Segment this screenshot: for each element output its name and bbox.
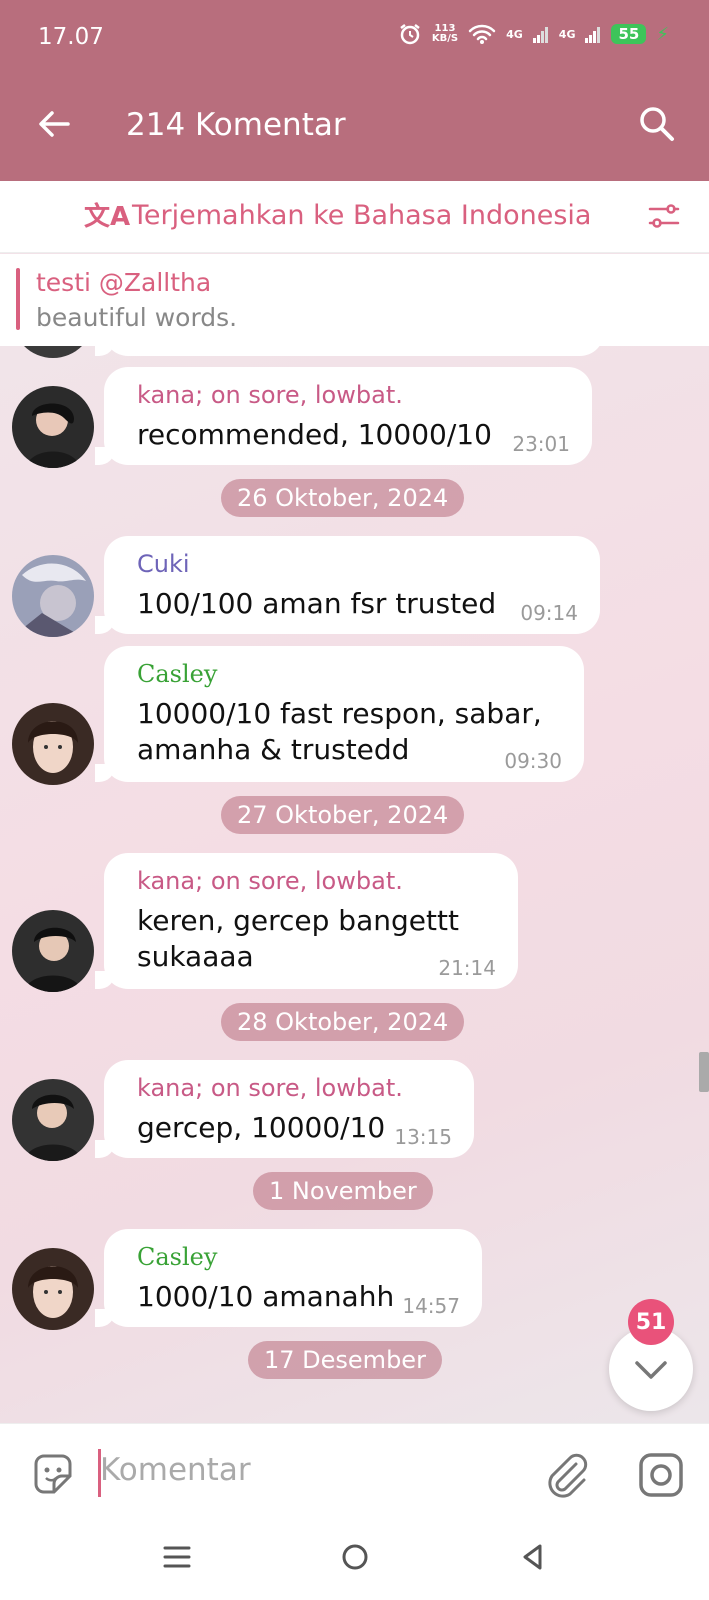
filter-icon[interactable] bbox=[647, 199, 681, 233]
date-separator: 17 Desember bbox=[248, 1341, 442, 1379]
network-type-1: 4G bbox=[506, 27, 523, 41]
status-icons: 113 KB/S 4G 4G 55 ⚡ bbox=[398, 22, 669, 46]
avatar[interactable] bbox=[12, 555, 94, 637]
message-bubble[interactable] bbox=[95, 346, 604, 356]
nav-menu-icon[interactable] bbox=[162, 1542, 192, 1572]
message-bubble[interactable]: Casley 1000/10 amanahh 14:57 bbox=[95, 1229, 482, 1327]
paperclip-icon[interactable] bbox=[542, 1450, 592, 1500]
sticker-icon[interactable] bbox=[28, 1450, 78, 1500]
signal-icon bbox=[585, 27, 601, 43]
message-time: 14:57 bbox=[402, 1294, 460, 1318]
comment-input[interactable]: Komentar bbox=[100, 1452, 251, 1488]
message-text: recommended, 10000/10 bbox=[137, 418, 492, 451]
back-arrow-icon[interactable] bbox=[34, 104, 74, 144]
message-bubble[interactable]: Casley 10000/10 fast respon, sabar, aman… bbox=[95, 646, 584, 782]
message-time: 13:15 bbox=[394, 1125, 452, 1149]
translate-icon: 文A bbox=[84, 202, 131, 232]
search-icon[interactable] bbox=[637, 104, 677, 144]
message-time: 09:30 bbox=[504, 749, 562, 773]
message-text: 10000/10 fast respon, sabar, amanha & tr… bbox=[137, 697, 542, 766]
avatar[interactable] bbox=[12, 346, 94, 358]
pinned-text: beautiful words. bbox=[36, 303, 238, 332]
sender-name[interactable]: Casley bbox=[137, 1243, 217, 1271]
sender-name[interactable]: kana; on sore, lowbat. bbox=[137, 381, 403, 409]
avatar[interactable] bbox=[12, 386, 94, 468]
nav-home-icon[interactable] bbox=[340, 1542, 370, 1572]
avatar[interactable] bbox=[12, 1248, 94, 1330]
avatar[interactable] bbox=[12, 1079, 94, 1161]
unread-count-badge: 51 bbox=[628, 1299, 674, 1345]
sender-name[interactable]: kana; on sore, lowbat. bbox=[137, 1074, 403, 1102]
sender-name[interactable]: Casley bbox=[137, 660, 217, 688]
message-time: 09:14 bbox=[520, 601, 578, 625]
message-time: 23:01 bbox=[512, 432, 570, 456]
alarm-icon bbox=[400, 24, 420, 45]
message-bubble[interactable]: Cuki 100/100 aman fsr trusted 09:14 bbox=[95, 536, 600, 634]
message-text: 1000/10 amanahh bbox=[137, 1280, 395, 1313]
message-bubble[interactable]: kana; on sore, lowbat. gercep, 10000/10 … bbox=[95, 1060, 474, 1158]
status-time: 17.07 bbox=[38, 24, 104, 50]
pinned-title: testi @Zalltha bbox=[36, 268, 212, 297]
wifi-icon bbox=[468, 24, 496, 44]
charging-icon: ⚡ bbox=[656, 23, 669, 45]
date-separator: 1 November bbox=[253, 1172, 433, 1210]
battery-level: 55 bbox=[611, 24, 647, 44]
sender-name[interactable]: Cuki bbox=[137, 550, 190, 578]
date-separator: 26 Oktober, 2024 bbox=[221, 479, 465, 517]
message-time: 21:14 bbox=[438, 956, 496, 980]
message-bubble[interactable]: kana; on sore, lowbat. recommended, 1000… bbox=[95, 367, 592, 465]
scrollbar-thumb[interactable] bbox=[699, 1052, 709, 1092]
nav-back-icon[interactable] bbox=[518, 1542, 548, 1572]
message-text: keren, gercep bangettt sukaaaa bbox=[137, 904, 459, 973]
message-text: 100/100 aman fsr trusted bbox=[137, 587, 497, 620]
avatar[interactable] bbox=[12, 910, 94, 992]
chat-area[interactable]: kana; on sore, lowbat. recommended, 1000… bbox=[0, 346, 709, 1423]
network-speed: 113 KB/S bbox=[431, 23, 459, 44]
date-separator: 28 Oktober, 2024 bbox=[221, 1003, 465, 1041]
network-type-2: 4G bbox=[558, 27, 576, 41]
app-bar: 17.07 113 KB/S 4G 4G 55 ⚡ 214 Komentar bbox=[0, 0, 709, 181]
camera-icon[interactable] bbox=[636, 1450, 686, 1500]
message-bubble[interactable]: kana; on sore, lowbat. keren, gercep ban… bbox=[95, 853, 518, 989]
translate-label[interactable]: Terjemahkan ke Bahasa Indonesia bbox=[132, 200, 591, 231]
date-separator: 27 Oktober, 2024 bbox=[221, 796, 465, 834]
signal-icon bbox=[532, 27, 548, 43]
avatar[interactable] bbox=[12, 703, 94, 785]
pinned-indicator bbox=[16, 268, 20, 330]
message-text: gercep, 10000/10 bbox=[137, 1111, 386, 1144]
sender-name[interactable]: kana; on sore, lowbat. bbox=[137, 867, 403, 895]
page-title: 214 Komentar bbox=[126, 107, 346, 143]
